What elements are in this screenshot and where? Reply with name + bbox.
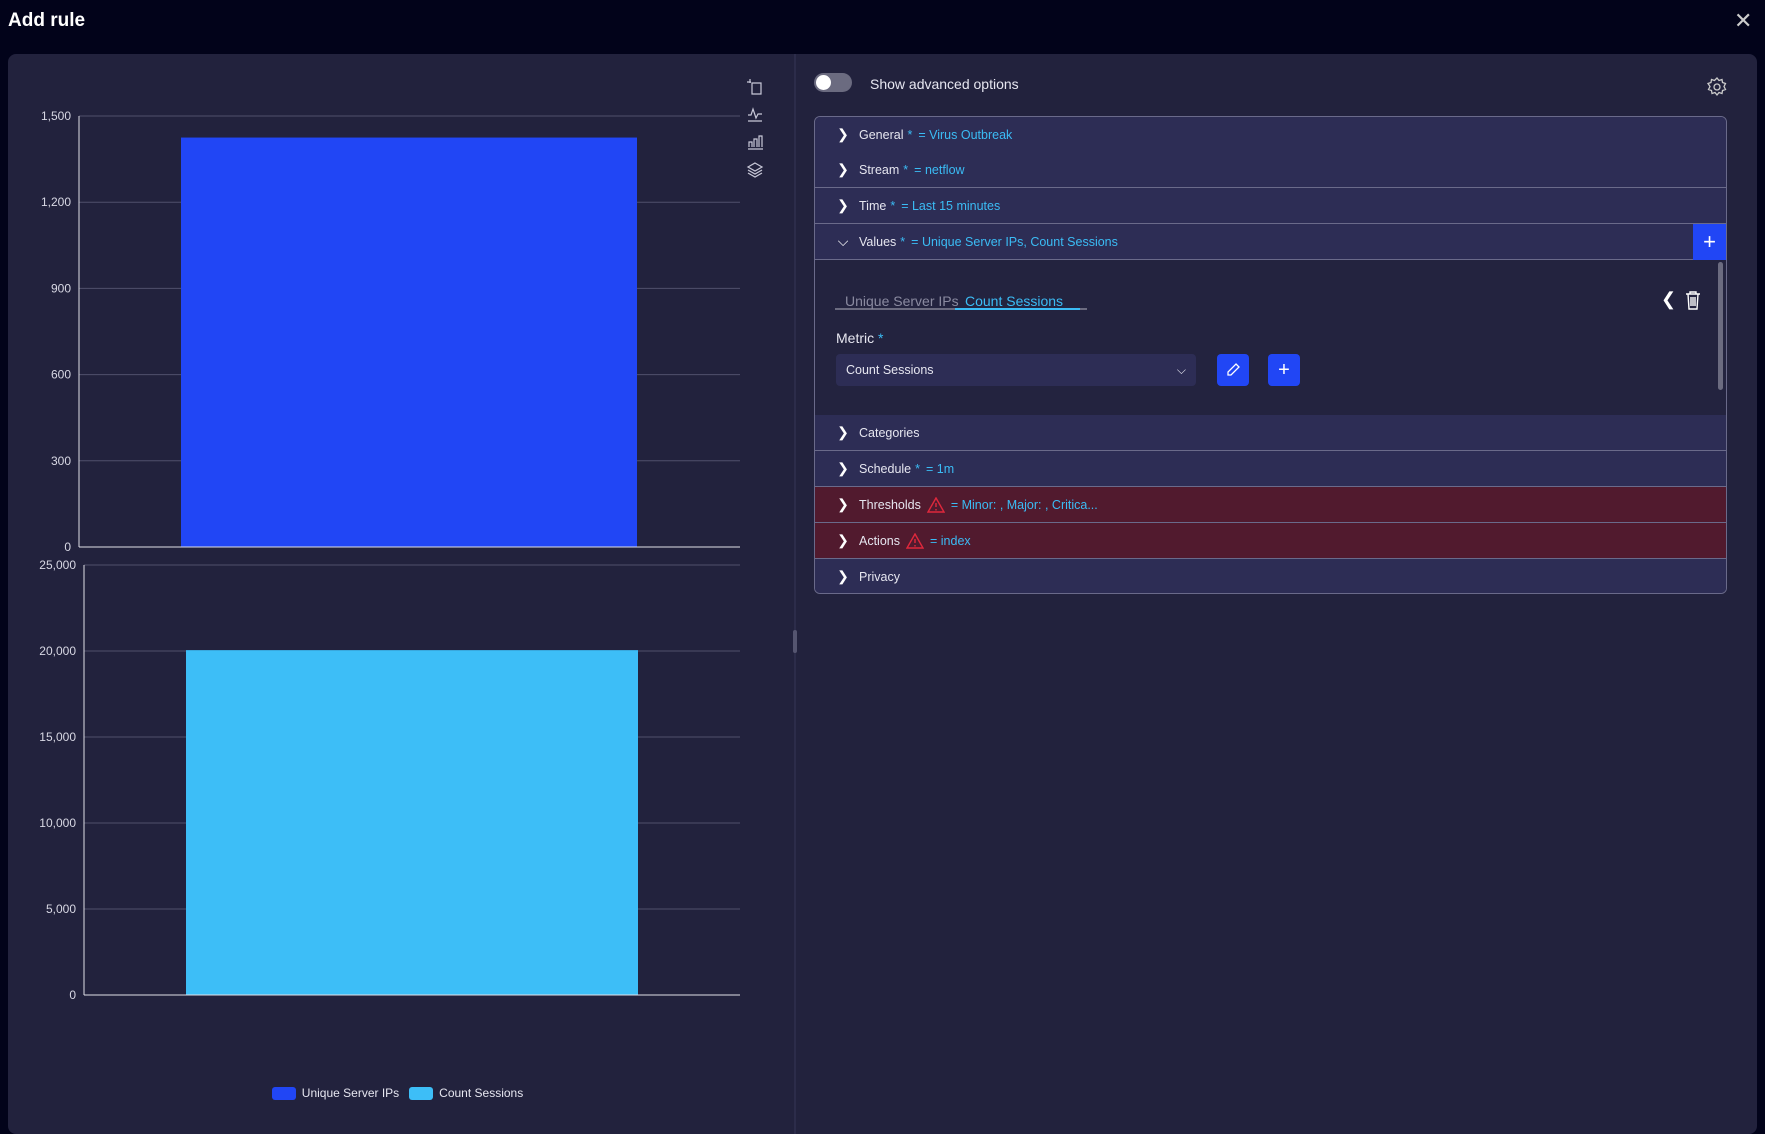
y-tick-label: 1,500 — [41, 109, 71, 123]
section-label: Values — [859, 234, 897, 249]
section-value: = Minor: , Major: , Critica... — [950, 497, 1098, 512]
add-metric-button[interactable]: + — [1268, 354, 1300, 386]
gear-icon[interactable] — [1706, 76, 1728, 98]
section-label: Time — [859, 198, 887, 213]
values-panel: Unique Server IPs Count Sessions ❮ Metri… — [815, 260, 1726, 415]
trash-icon[interactable] — [1684, 290, 1702, 315]
chevron-right-icon: ❯ — [837, 496, 849, 512]
section-time[interactable]: ❯ Time * = Last 15 minutes — [815, 188, 1726, 224]
section-value: = Virus Outbreak — [918, 127, 1013, 142]
section-schedule[interactable]: ❯ Schedule * = 1m — [815, 451, 1726, 487]
chevron-right-icon: ❯ — [837, 126, 849, 142]
section-label: Privacy — [859, 569, 900, 584]
advanced-options-label: Show advanced options — [870, 76, 1019, 92]
close-icon[interactable]: ✕ — [1734, 8, 1752, 34]
y-tick-label: 5,000 — [46, 902, 76, 916]
legend-item-unique-server-ips[interactable]: Unique Server IPs — [271, 1086, 400, 1100]
crop-icon[interactable] — [746, 78, 764, 96]
y-tick-label: 600 — [51, 368, 71, 382]
y-tick-label: 0 — [69, 988, 76, 1002]
pencil-icon — [1227, 363, 1240, 376]
section-value: = Unique Server IPs, Count Sessions — [911, 234, 1118, 249]
legend-label: Count Sessions — [439, 1086, 524, 1100]
chevron-down-icon: ⌵ — [1176, 362, 1186, 377]
metric-select[interactable]: Count Sessions ⌵ — [836, 354, 1196, 386]
section-stream[interactable]: ❯ Stream * = netflow — [815, 152, 1726, 188]
required-marker: * — [907, 127, 913, 142]
dialog-title: Add rule — [8, 10, 86, 31]
required-marker: * — [890, 198, 896, 213]
warning-icon — [926, 496, 945, 513]
section-label: General — [859, 127, 904, 142]
scrollbar[interactable] — [1718, 262, 1723, 390]
chevron-right-icon: ❯ — [837, 161, 849, 177]
layers-icon[interactable] — [746, 161, 764, 179]
chevron-right-icon: ❯ — [837, 532, 849, 548]
metric-label-text: Metric — [836, 330, 875, 346]
section-categories[interactable]: ❯ Categories — [815, 415, 1726, 451]
section-label: Stream — [859, 162, 900, 177]
metric-select-value: Count Sessions — [846, 363, 934, 377]
y-tick-label: 900 — [51, 281, 71, 295]
legend-label: Unique Server IPs — [301, 1086, 400, 1100]
y-tick-label: 1,200 — [41, 195, 71, 209]
section-value: = 1m — [926, 461, 955, 476]
y-tick-label: 0 — [64, 540, 71, 554]
y-tick-label: 20,000 — [39, 644, 76, 658]
required-marker: * — [900, 234, 906, 249]
y-tick-label: 300 — [51, 454, 71, 468]
warning-icon — [906, 532, 924, 549]
legend-swatch — [271, 1086, 296, 1100]
metric-label: Metric * — [836, 330, 883, 346]
section-actions[interactable]: ❯ Actions = index — [815, 523, 1726, 559]
chevron-left-icon[interactable]: ❮ — [1661, 289, 1676, 310]
bar-count-sessions — [186, 650, 638, 995]
legend-item-count-sessions[interactable]: Count Sessions — [409, 1086, 523, 1100]
chevron-right-icon: ❯ — [837, 197, 849, 213]
tab-count-sessions[interactable]: Count Sessions — [965, 293, 1063, 309]
chart-area: 0 300 600 900 1,200 1,500 0 5,000 10,000 15,000 20… — [39, 109, 740, 1002]
required-marker: * — [915, 461, 920, 476]
section-label: Thresholds — [859, 497, 921, 512]
chart-legend: Unique Server IPs Count Sessions — [0, 1086, 795, 1100]
section-label: Schedule — [859, 461, 912, 476]
section-value: = Last 15 minutes — [901, 198, 1001, 213]
section-label: Actions — [859, 533, 900, 548]
section-general[interactable]: ❯ General * = Virus Outbreak — [815, 117, 1726, 153]
legend-swatch — [409, 1086, 434, 1100]
required-marker: * — [903, 162, 909, 177]
chevron-right-icon: ❯ — [837, 568, 849, 584]
section-label: Categories — [859, 425, 920, 440]
advanced-options-toggle[interactable] — [814, 73, 852, 92]
tab-unique-server-ips[interactable]: Unique Server IPs — [845, 293, 959, 309]
chevron-right-icon: ❯ — [837, 424, 849, 440]
section-value: = netflow — [914, 162, 965, 177]
chevron-down-icon: ⌵ — [837, 233, 849, 249]
line-chart-icon[interactable] — [746, 105, 764, 123]
rule-sections-accordion: ❯ General * = Virus Outbreak ❯ Stream * = netfl… — [814, 116, 1727, 594]
section-values[interactable]: ⌵ Values * = Unique Server IPs, Count Sessi… — [815, 224, 1726, 260]
bar-chart-icon[interactable] — [746, 133, 764, 151]
section-privacy[interactable]: ❯ Privacy — [815, 559, 1726, 593]
section-value: = index — [930, 533, 971, 548]
bar-unique-server-ips — [181, 137, 637, 548]
add-value-button[interactable]: + — [1693, 224, 1726, 260]
y-tick-label: 10,000 — [39, 816, 76, 830]
required-marker: * — [878, 330, 884, 346]
edit-metric-button[interactable] — [1217, 354, 1249, 386]
y-tick-label: 25,000 — [39, 558, 76, 572]
chevron-right-icon: ❯ — [837, 460, 849, 476]
y-tick-label: 15,000 — [39, 730, 76, 744]
section-thresholds[interactable]: ❯ Thresholds = Minor: , Major: , Critica..… — [815, 487, 1726, 523]
